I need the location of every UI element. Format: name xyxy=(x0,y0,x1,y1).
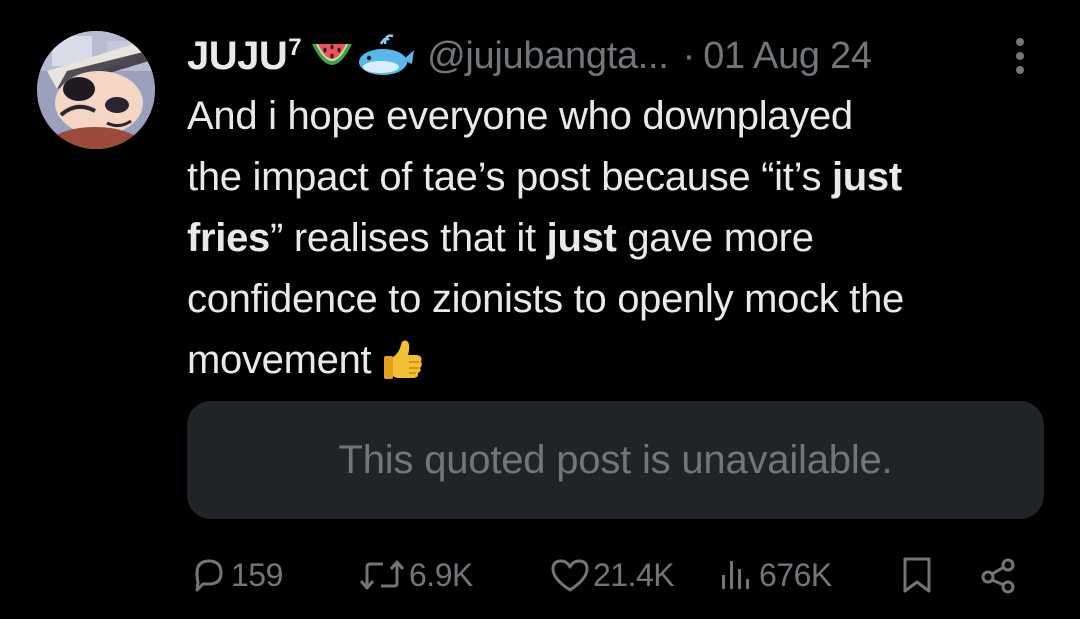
action-bar: 159 6.9K 21.4K 676K xyxy=(187,550,1047,600)
post-text: And i hope everyone who downplayed the i… xyxy=(187,86,1067,391)
watermelon-icon xyxy=(312,44,353,65)
post-text-line: confidence to zionists to openly mock th… xyxy=(187,269,1067,330)
repost-icon xyxy=(359,560,405,590)
text-run: And i hope everyone who downplayed xyxy=(187,94,853,138)
share-icon xyxy=(981,558,1015,594)
handle[interactable]: @jujubangta... xyxy=(427,35,669,78)
name-superscript: 7 xyxy=(288,33,302,61)
bookmark-button[interactable] xyxy=(899,550,935,600)
separator-dot: · xyxy=(682,34,696,77)
like-button[interactable]: 21.4K xyxy=(549,550,675,600)
views-button[interactable]: 676K xyxy=(717,550,832,600)
quoted-post-message: This quoted post is unavailable. xyxy=(338,437,893,482)
text-run: movement xyxy=(187,338,372,382)
post-text-line: fries” realises that it just gave more xyxy=(187,208,1067,269)
text-run: confidence to zionists to openly mock th… xyxy=(187,277,904,321)
post-date[interactable]: 01 Aug 24 xyxy=(703,35,872,78)
reply-icon xyxy=(195,559,223,592)
post-text-line: the impact of tae’s post because “it’s j… xyxy=(187,147,1067,208)
repost-button[interactable]: 6.9K xyxy=(357,550,473,600)
reply-button[interactable]: 159 xyxy=(189,550,283,600)
thumbs-up-icon xyxy=(384,340,423,379)
text-run-bold: just xyxy=(546,216,617,260)
name-emojis xyxy=(309,34,415,78)
avatar[interactable] xyxy=(37,31,155,149)
text-run-bold: just xyxy=(831,155,902,199)
post-header: JUJU7 @jujubangta... · 01 Aug 24 xyxy=(187,28,872,84)
bookmark-icon xyxy=(903,557,931,593)
repost-count: 6.9K xyxy=(409,556,473,593)
text-run-bold: fries xyxy=(187,216,270,260)
quoted-post-unavailable[interactable]: This quoted post is unavailable. xyxy=(187,401,1044,519)
share-button[interactable] xyxy=(977,550,1021,600)
text-run: the impact of tae’s post because “it’s xyxy=(187,155,832,199)
more-options-icon[interactable] xyxy=(1007,34,1033,78)
views-count: 676K xyxy=(759,556,832,593)
like-count: 21.4K xyxy=(593,556,675,593)
whale-icon xyxy=(359,34,415,75)
heart-icon xyxy=(551,559,589,592)
text-run: ” realises that it xyxy=(270,216,547,260)
post-text-line: And i hope everyone who downplayed xyxy=(187,86,1067,147)
views-icon xyxy=(722,561,749,589)
text-run: gave more xyxy=(616,216,814,260)
post-text-line: movement xyxy=(187,330,1067,391)
reply-count: 159 xyxy=(231,556,283,593)
display-name[interactable]: JUJU7 xyxy=(187,33,302,79)
